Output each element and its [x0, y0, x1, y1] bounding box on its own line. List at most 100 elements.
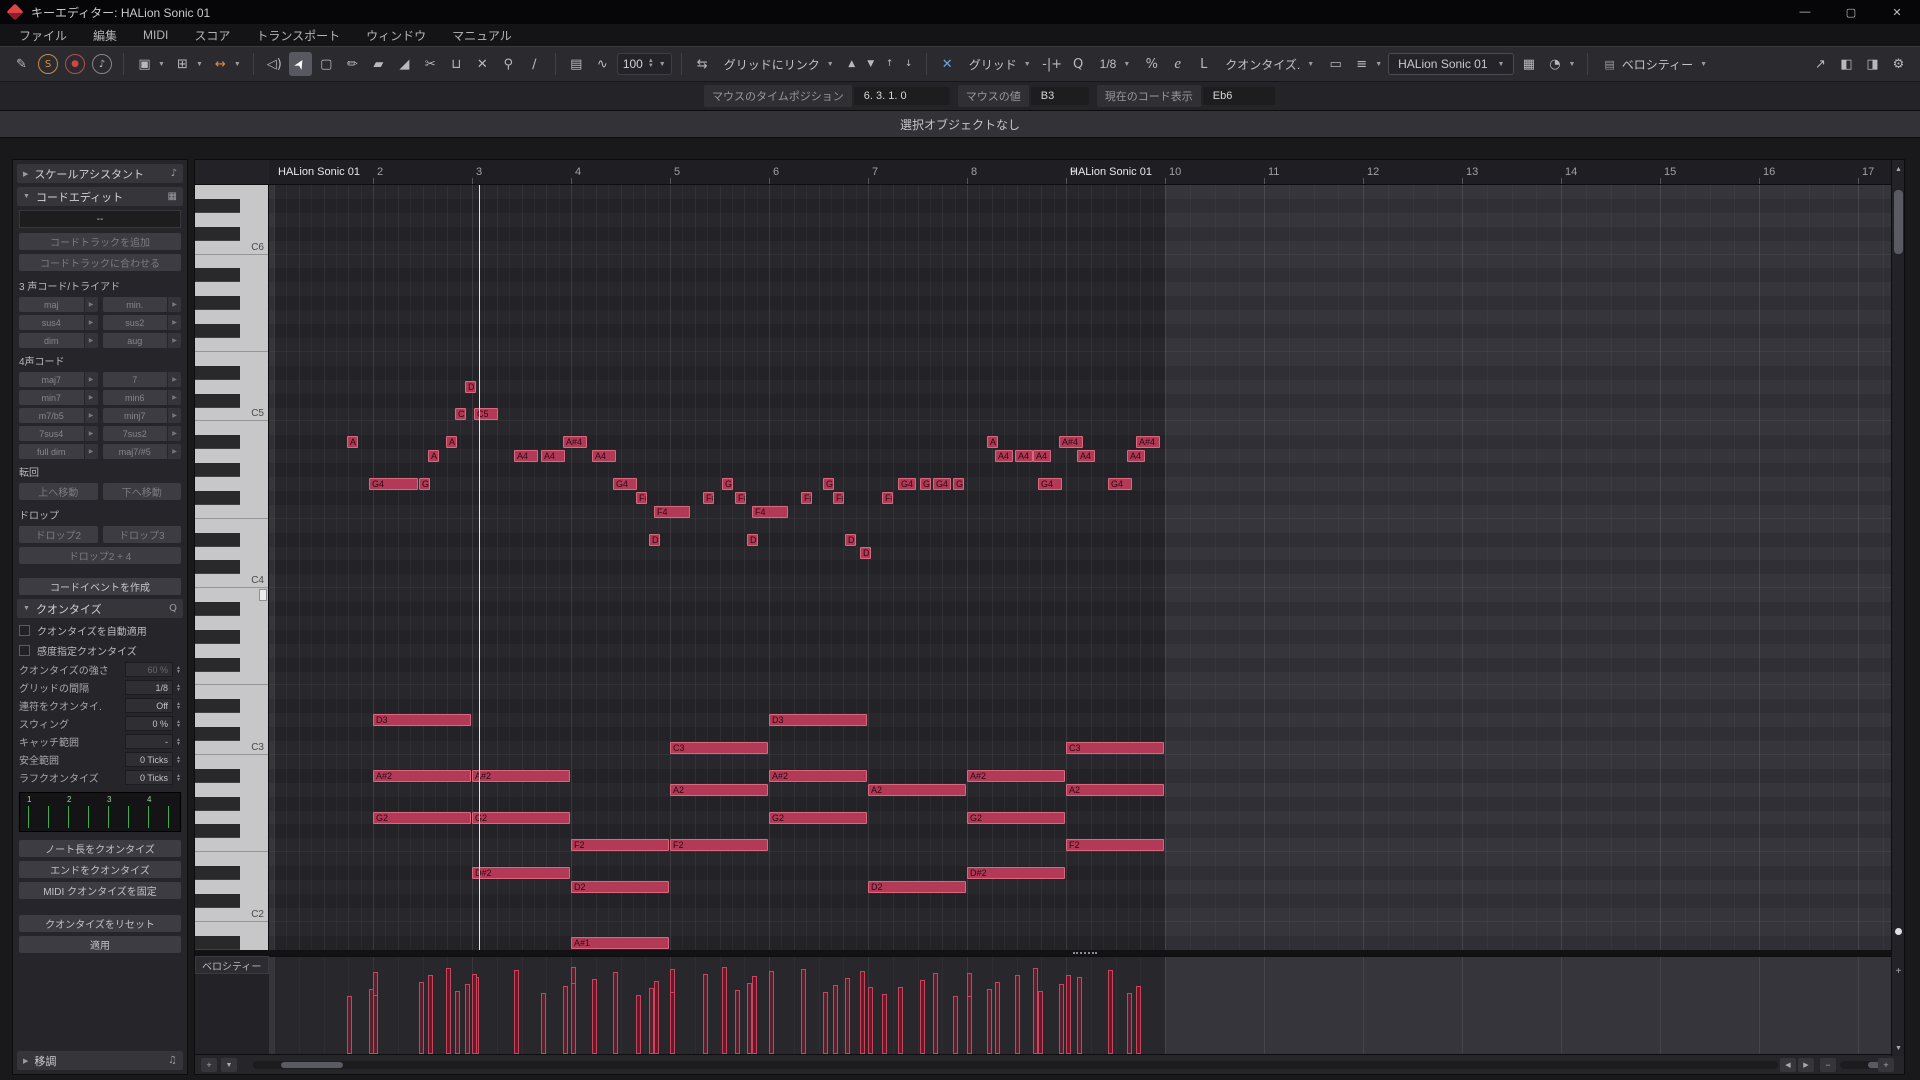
- record-in-editor-icon[interactable]: ●: [65, 54, 85, 74]
- chord-variant-arrow-icon[interactable]: ▶: [168, 297, 181, 312]
- velocity-bar[interactable]: [670, 992, 675, 1054]
- midi-note[interactable]: A4: [1127, 450, 1145, 462]
- quantize-param-value[interactable]: -: [125, 734, 173, 749]
- velocity-bar[interactable]: [419, 982, 424, 1054]
- chord-type-maj75[interactable]: maj7/#5▶: [103, 444, 182, 459]
- snap-icon[interactable]: ✕: [936, 52, 959, 76]
- black-key[interactable]: [195, 866, 240, 880]
- black-key[interactable]: [195, 797, 240, 811]
- curve-icon[interactable]: ∿: [591, 52, 614, 76]
- velocity-bar[interactable]: [571, 983, 576, 1054]
- midi-note[interactable]: A: [428, 450, 439, 462]
- part-edit-mode-icon[interactable]: ▭: [1324, 52, 1347, 76]
- midi-note[interactable]: A#2: [967, 770, 1065, 782]
- ruler-part-label[interactable]: HALion Sonic 01: [278, 166, 360, 178]
- grid-type-dropdown[interactable]: グリッド▼: [962, 53, 1038, 75]
- midi-note[interactable]: G: [419, 478, 430, 490]
- chord-variant-arrow-icon[interactable]: ▶: [168, 444, 181, 459]
- chord-type-7[interactable]: 7▶: [103, 372, 182, 387]
- snap-type-icon[interactable]: -|+: [1041, 52, 1064, 76]
- nudge-down-icon[interactable]: ▼: [863, 52, 879, 76]
- mute-tool[interactable]: ✕: [471, 52, 494, 76]
- editor-display-options-icon-dropdown-arrow[interactable]: ▼: [158, 61, 165, 68]
- midi-note[interactable]: D: [747, 534, 758, 546]
- chord-variant-arrow-icon[interactable]: ▶: [85, 408, 98, 423]
- quantize-param-value[interactable]: 60 %: [125, 662, 173, 677]
- chord-variant-arrow-icon[interactable]: ▶: [168, 372, 181, 387]
- midi-note[interactable]: F4: [654, 506, 690, 518]
- velocity-bar[interactable]: [1015, 975, 1020, 1054]
- black-key[interactable]: [195, 435, 240, 449]
- velocity-bar[interactable]: [735, 990, 740, 1054]
- chord-type-min6[interactable]: min6▶: [103, 390, 182, 405]
- midi-note[interactable]: A#2: [472, 770, 570, 782]
- midi-note[interactable]: A#4: [1136, 436, 1160, 448]
- midi-note[interactable]: G4: [1038, 478, 1062, 490]
- menu-item-5[interactable]: ウィンドウ: [353, 27, 439, 44]
- velocity-bar[interactable]: [953, 996, 958, 1054]
- black-key[interactable]: [195, 296, 240, 310]
- velocity-bar[interactable]: [1077, 977, 1082, 1054]
- vertical-scrollbar[interactable]: ▲+▼: [1891, 160, 1904, 1056]
- quantize-action-button[interactable]: MIDI クオンタイズを固定: [19, 882, 181, 899]
- menu-item-3[interactable]: スコア: [181, 27, 243, 44]
- menu-item-1[interactable]: 編集: [80, 27, 130, 44]
- midi-note[interactable]: G4: [613, 478, 637, 490]
- velocity-bar[interactable]: [373, 995, 378, 1054]
- hzoom-in-button[interactable]: +: [1878, 1058, 1894, 1072]
- midi-note[interactable]: D#2: [472, 867, 570, 879]
- midi-note[interactable]: A4: [592, 450, 616, 462]
- velocity-bar[interactable]: [987, 989, 992, 1054]
- velocity-bar[interactable]: [833, 985, 838, 1054]
- midi-note[interactable]: A4: [541, 450, 565, 462]
- midi-note[interactable]: A4: [1015, 450, 1033, 462]
- black-key[interactable]: [195, 268, 240, 282]
- midi-note[interactable]: G2: [967, 812, 1065, 824]
- chord-variant-arrow-icon[interactable]: ▶: [85, 426, 98, 441]
- trim-tool[interactable]: ◢: [393, 52, 416, 76]
- create-chord-event-button[interactable]: コードイベントを作成: [19, 578, 181, 595]
- editor-display-options-icon[interactable]: ▣: [133, 52, 156, 76]
- section-transpose[interactable]: ▶ 移調 ♫: [17, 1051, 183, 1070]
- velocity-bar[interactable]: [465, 984, 470, 1054]
- velocity-bar[interactable]: [1066, 975, 1071, 1054]
- chord-variant-arrow-icon[interactable]: ▶: [85, 333, 98, 348]
- black-key[interactable]: [195, 324, 240, 338]
- black-key[interactable]: [195, 463, 240, 477]
- black-key[interactable]: [195, 630, 240, 644]
- ruler-part-label[interactable]: HALion Sonic 01: [1070, 166, 1152, 178]
- quantize-preset-dropdown[interactable]: 1/8▼: [1093, 53, 1138, 75]
- inversion-button[interactable]: 下へ移動: [103, 483, 182, 500]
- stepper-icon[interactable]: ▲▼: [176, 738, 181, 746]
- open-in-window-icon[interactable]: ↗: [1809, 52, 1832, 76]
- velocity-bar[interactable]: [654, 981, 659, 1054]
- note-display-area[interactable]: AG4GAACDC5A4A4A#4A4G4F#DF4F#GF#DF4F#GF#D…: [269, 185, 1891, 950]
- midi-note[interactable]: A2: [868, 784, 966, 796]
- velocity-bar[interactable]: [703, 974, 708, 1054]
- velocity-bar[interactable]: [823, 992, 828, 1054]
- insert-velocity-field[interactable]: 100▲▼▼: [617, 53, 672, 75]
- chord-type-maj7[interactable]: maj7▶: [19, 372, 98, 387]
- velocity-bar[interactable]: [920, 980, 925, 1054]
- midi-note[interactable]: D2: [571, 881, 669, 893]
- midi-note[interactable]: F#: [735, 492, 746, 504]
- velocity-bar[interactable]: [868, 987, 873, 1054]
- chord-variant-arrow-icon[interactable]: ▶: [168, 408, 181, 423]
- drop-button[interactable]: ドロップ2: [19, 526, 98, 543]
- piano-keyboard[interactable]: C6C5C4C3C2: [195, 185, 269, 950]
- midi-note[interactable]: C5: [474, 408, 498, 420]
- velocity-bar[interactable]: [455, 991, 460, 1054]
- event-colors-dropdown[interactable]: ▤ベロシティー▼: [1597, 53, 1714, 75]
- auto-scroll-icon[interactable]: ↔: [209, 52, 232, 76]
- range-selection-tool[interactable]: ▢: [315, 52, 338, 76]
- vzoom-dot[interactable]: [1895, 928, 1902, 935]
- chord-variant-arrow-icon[interactable]: ▶: [85, 444, 98, 459]
- quantize-param-value[interactable]: 1/8: [125, 680, 173, 695]
- move-up-icon[interactable]: ↑: [882, 52, 898, 76]
- maximize-button[interactable]: ▢: [1828, 0, 1874, 24]
- inversion-button[interactable]: 上へ移動: [19, 483, 98, 500]
- chord-type-maj[interactable]: maj▶: [19, 297, 98, 312]
- midi-note[interactable]: A#2: [373, 770, 471, 782]
- velocity-bar[interactable]: [933, 973, 938, 1054]
- chord-variant-arrow-icon[interactable]: ▶: [85, 372, 98, 387]
